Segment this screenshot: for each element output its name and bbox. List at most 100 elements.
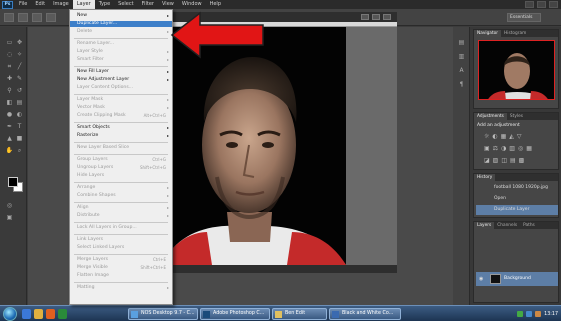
menu-item-label: Distribute bbox=[77, 213, 100, 218]
taskbar-button-label: NOS Desktop 9.7 - C... bbox=[141, 311, 195, 316]
menu-item-label: Rename Layer... bbox=[77, 41, 115, 46]
marquee-tool-icon[interactable]: ▭ bbox=[5, 39, 14, 47]
menu-image[interactable]: Image bbox=[49, 0, 73, 9]
adjustment-icons-row-2[interactable]: ▣⚖◑▥◎▦ bbox=[484, 145, 535, 152]
taskbar-button-black-white[interactable]: Black and White Co... bbox=[329, 308, 401, 320]
quick-mask-icon[interactable]: ◎ bbox=[5, 202, 14, 210]
move-tool-icon[interactable]: ✥ bbox=[15, 39, 24, 47]
crop-tool-icon[interactable]: ⌗ bbox=[5, 63, 14, 71]
lasso-tool-icon[interactable]: ◌ bbox=[5, 51, 14, 59]
blur-tool-icon[interactable]: ● bbox=[5, 111, 14, 119]
tab-channels[interactable]: Channels bbox=[494, 222, 520, 229]
menu-window[interactable]: Window bbox=[178, 0, 206, 9]
menu-item-shortcut: Shift+Ctrl+E bbox=[140, 265, 166, 270]
submenu-arrow-icon: ▸ bbox=[166, 29, 169, 34]
layer-row-background[interactable]: ◉ Background bbox=[476, 272, 558, 286]
minimize-button[interactable] bbox=[525, 1, 534, 8]
doc-close-button[interactable] bbox=[383, 14, 391, 20]
explorer-icon[interactable] bbox=[34, 309, 43, 319]
foreground-color-swatch[interactable] bbox=[8, 177, 18, 187]
taskbar-button-ben-edit[interactable]: Ben Edit bbox=[272, 308, 327, 320]
menu-item-new-adjustment-layer[interactable]: New Adjustment Layer ▸ bbox=[70, 77, 172, 83]
volume-icon[interactable] bbox=[526, 311, 533, 317]
submenu-arrow-icon: ▸ bbox=[166, 133, 169, 138]
taskbar-button-photoshop[interactable]: Adobe Photoshop C... bbox=[200, 308, 270, 320]
history-item-open[interactable]: Open bbox=[476, 194, 558, 204]
menu-separator bbox=[74, 234, 168, 235]
menu-item-shortcut: Alt+Ctrl+G bbox=[143, 113, 166, 118]
menu-select[interactable]: Select bbox=[114, 0, 137, 9]
clock[interactable]: 13:17 bbox=[544, 312, 558, 317]
eyedropper-icon[interactable]: ╱ bbox=[15, 63, 24, 71]
tab-history[interactable]: History bbox=[474, 174, 496, 181]
menu-item-new[interactable]: New ▸ bbox=[70, 13, 172, 19]
align-icon[interactable] bbox=[32, 13, 42, 22]
character-panel-icon[interactable]: A bbox=[457, 67, 466, 75]
menu-filter[interactable]: Filter bbox=[138, 0, 158, 9]
submenu-arrow-icon: ▸ bbox=[166, 285, 169, 290]
properties-panel-icon[interactable]: ▥ bbox=[457, 53, 466, 61]
menu-item-smart-objects[interactable]: Smart Objects ▸ bbox=[70, 125, 172, 131]
maximize-button[interactable] bbox=[537, 1, 546, 8]
tab-layers[interactable]: Layers bbox=[474, 222, 495, 229]
quick-launch-icon[interactable] bbox=[58, 309, 67, 319]
doc-minimize-button[interactable] bbox=[361, 14, 369, 20]
menu-type[interactable]: Type bbox=[95, 0, 114, 9]
path-selection-icon[interactable]: ▲ bbox=[5, 135, 14, 143]
move-tool-icon[interactable] bbox=[4, 13, 14, 22]
type-tool-icon[interactable]: T bbox=[15, 123, 24, 131]
media-player-icon[interactable] bbox=[46, 309, 55, 319]
annotation-arrow-icon bbox=[170, 10, 266, 60]
menu-item-duplicate-layer[interactable]: Duplicate Layer... bbox=[70, 21, 172, 27]
close-button[interactable] bbox=[549, 1, 558, 8]
notification-icon[interactable] bbox=[535, 311, 542, 317]
clone-stamp-icon[interactable]: ⚲ bbox=[5, 87, 14, 95]
paragraph-panel-icon[interactable]: ¶ bbox=[457, 81, 466, 89]
tab-adjustments[interactable]: Adjustments bbox=[474, 113, 507, 120]
adjustment-icons-row-3[interactable]: ◪▨◫▤▩ bbox=[484, 157, 527, 164]
tab-styles[interactable]: Styles bbox=[507, 113, 526, 120]
gradient-tool-icon[interactable]: ▤ bbox=[15, 99, 24, 107]
photoshop-icon bbox=[203, 311, 210, 318]
menu-file[interactable]: File bbox=[15, 0, 31, 9]
network-icon[interactable] bbox=[517, 311, 524, 317]
menu-item-label: Delete bbox=[77, 29, 93, 34]
taskbar-button-desktop[interactable]: NOS Desktop 9.7 - C... bbox=[128, 308, 198, 320]
screen-mode-icon[interactable]: ▣ bbox=[5, 214, 14, 222]
shape-tool-icon[interactable]: ■ bbox=[15, 135, 24, 143]
menu-item-rasterize[interactable]: Rasterize ▸ bbox=[70, 133, 172, 139]
start-button[interactable] bbox=[3, 307, 17, 321]
adjustment-icons-row-1[interactable]: ☼◐▦◭▽ bbox=[484, 133, 525, 140]
history-snapshot[interactable]: football 1080 1920p.jpg bbox=[476, 183, 558, 193]
transform-controls-icon[interactable] bbox=[46, 13, 56, 22]
eraser-tool-icon[interactable]: ◧ bbox=[5, 99, 14, 107]
menu-separator bbox=[74, 254, 168, 255]
workspace-select[interactable]: Essentials bbox=[507, 13, 541, 22]
brush-tool-icon[interactable]: ✎ bbox=[15, 75, 24, 83]
tab-histogram[interactable]: Histogram bbox=[501, 30, 529, 37]
history-panel-icon[interactable]: ▤ bbox=[457, 39, 466, 47]
document-image[interactable] bbox=[152, 27, 346, 265]
healing-brush-icon[interactable]: ✚ bbox=[5, 75, 14, 83]
menu-help[interactable]: Help bbox=[206, 0, 225, 9]
menu-item-new-fill-layer[interactable]: New Fill Layer ▸ bbox=[70, 69, 172, 75]
menu-view[interactable]: View bbox=[158, 0, 178, 9]
ie-icon[interactable] bbox=[22, 309, 31, 319]
tab-paths[interactable]: Paths bbox=[520, 222, 538, 229]
tab-navigator[interactable]: Navigator bbox=[474, 30, 502, 37]
magic-wand-icon[interactable]: ✧ bbox=[15, 51, 24, 59]
zoom-tool-icon[interactable]: ⌕ bbox=[15, 147, 24, 155]
pen-tool-icon[interactable]: ✒ bbox=[5, 123, 14, 131]
menu-layer[interactable]: Layer bbox=[72, 0, 95, 9]
history-brush-icon[interactable]: ↺ bbox=[15, 87, 24, 95]
menu-edit[interactable]: Edit bbox=[31, 0, 49, 9]
menu-item-create-clipping-mask: Create Clipping Mask Alt+Ctrl+G bbox=[70, 113, 172, 119]
menu-item-merge-visible: Merge Visible Shift+Ctrl+E bbox=[70, 265, 172, 271]
auto-select-checkbox[interactable] bbox=[18, 13, 28, 22]
doc-maximize-button[interactable] bbox=[372, 14, 380, 20]
navigator-thumbnail[interactable] bbox=[478, 40, 555, 100]
eye-icon[interactable]: ◉ bbox=[479, 276, 483, 282]
history-item-duplicate[interactable]: Duplicate Layer bbox=[476, 205, 558, 215]
hand-tool-icon[interactable]: ✋ bbox=[5, 147, 14, 155]
dodge-tool-icon[interactable]: ◐ bbox=[15, 111, 24, 119]
